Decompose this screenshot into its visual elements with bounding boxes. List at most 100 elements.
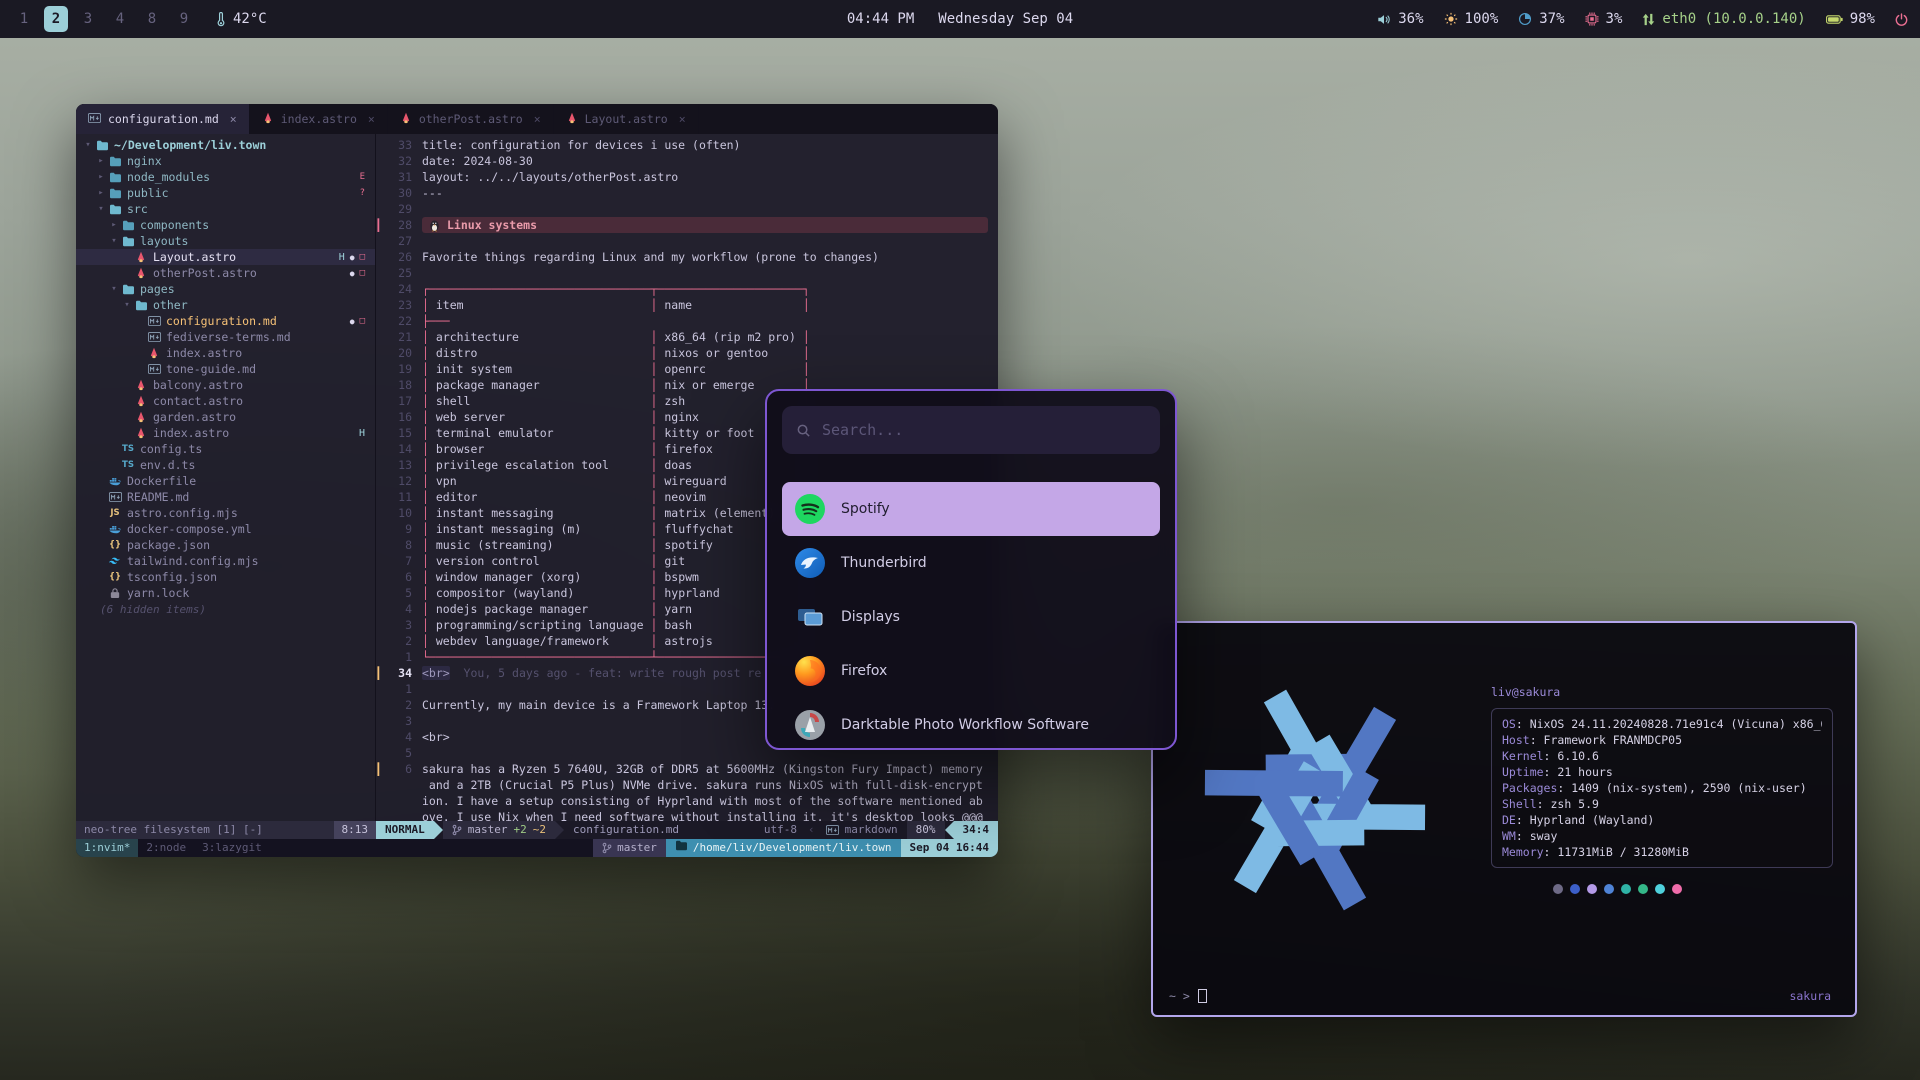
powerline-separator bbox=[434, 821, 443, 839]
sign-column bbox=[376, 409, 386, 425]
tab-otherPost.astro[interactable]: otherPost.astro× bbox=[388, 104, 554, 134]
markdown-h1: Linux systems bbox=[422, 217, 988, 233]
folder-icon bbox=[120, 236, 136, 247]
workspace-2[interactable]: 2 bbox=[44, 6, 68, 32]
tree-item-otherPost.astro[interactable]: otherPost.astro●□ bbox=[76, 265, 375, 281]
tree-item-env.d.ts[interactable]: TSenv.d.ts bbox=[76, 457, 375, 473]
tree-item-public[interactable]: ▸public? bbox=[76, 185, 375, 201]
tree-item-README.md[interactable]: README.md bbox=[76, 489, 375, 505]
launcher-item-label: Darktable Photo Workflow Software bbox=[841, 717, 1089, 733]
tree-item-label: src bbox=[127, 202, 148, 216]
tmux-path-segment: /home/liv/Development/liv.town bbox=[666, 839, 901, 857]
power-button[interactable] bbox=[1895, 13, 1908, 26]
tab-index.astro[interactable]: index.astro× bbox=[250, 104, 388, 134]
thermometer-icon bbox=[216, 12, 226, 27]
line-number: 3 bbox=[386, 617, 412, 633]
tab-Layout.astro[interactable]: Layout.astro× bbox=[554, 104, 699, 134]
tree-item-label: components bbox=[140, 218, 209, 232]
tab-close-icon[interactable]: × bbox=[679, 112, 686, 126]
workspace-9[interactable]: 9 bbox=[172, 6, 196, 32]
launcher-item-Darktable Photo Workflow Software[interactable]: Darktable Photo Workflow Software bbox=[782, 698, 1160, 750]
info-shell: Shell: zsh 5.9 bbox=[1502, 796, 1822, 812]
sign-column bbox=[376, 425, 386, 441]
tree-item-fediverse-terms.md[interactable]: fediverse-terms.md bbox=[76, 329, 375, 345]
workspace-3[interactable]: 3 bbox=[76, 6, 100, 32]
brightness-module[interactable]: 100% bbox=[1444, 11, 1499, 27]
git-branch: master bbox=[468, 821, 508, 839]
launcher-item-Thunderbird[interactable]: Thunderbird bbox=[782, 536, 1160, 590]
tab-close-icon[interactable]: × bbox=[368, 112, 375, 126]
tree-item-node_modules[interactable]: ▸node_modulesE bbox=[76, 169, 375, 185]
palette-dot-0 bbox=[1553, 884, 1563, 894]
cpu-value: 3% bbox=[1606, 11, 1623, 27]
tab-close-icon[interactable]: × bbox=[230, 112, 237, 126]
ts-icon: TS bbox=[120, 460, 136, 470]
line-number: 6 bbox=[386, 569, 412, 585]
tab-configuration.md[interactable]: configuration.md× bbox=[76, 104, 250, 134]
fastfetch-info-box: OS: NixOS 24.11.20240828.71e91c4 (Vicuna… bbox=[1491, 708, 1833, 868]
tree-item-balcony.astro[interactable]: balcony.astro bbox=[76, 377, 375, 393]
displays-icon bbox=[795, 602, 825, 632]
tree-item-layouts[interactable]: ▾layouts bbox=[76, 233, 375, 249]
tmux-window-3:lazygit[interactable]: 3:lazygit bbox=[194, 839, 270, 857]
tmux-window-2:node[interactable]: 2:node bbox=[138, 839, 194, 857]
js-icon: JS bbox=[107, 508, 123, 518]
tree-item-astro.config.mjs[interactable]: JSastro.config.mjs bbox=[76, 505, 375, 521]
tree-item-Layout.astro[interactable]: Layout.astroH●□ bbox=[76, 249, 375, 265]
tree-item-tsconfig.json[interactable]: {}tsconfig.json bbox=[76, 569, 375, 585]
tree-item-yarn.lock[interactable]: yarn.lock bbox=[76, 585, 375, 601]
launcher-item-Spotify[interactable]: Spotify bbox=[782, 482, 1160, 536]
markdown-icon bbox=[146, 332, 162, 342]
tree-item-src[interactable]: ▾src bbox=[76, 201, 375, 217]
prompt-text: ~ > bbox=[1169, 989, 1190, 1003]
network-module[interactable]: eth0 (10.0.0.140) bbox=[1642, 11, 1805, 27]
palette-dot-5 bbox=[1638, 884, 1648, 894]
tree-item-docker-compose.yml[interactable]: docker-compose.yml bbox=[76, 521, 375, 537]
tree-item-tailwind.config.mjs[interactable]: tailwind.config.mjs bbox=[76, 553, 375, 569]
volume-module[interactable]: 36% bbox=[1377, 11, 1423, 27]
tree-item-config.ts[interactable]: TSconfig.ts bbox=[76, 441, 375, 457]
statusline-filetype: markdown bbox=[817, 821, 907, 839]
tmux-window-1:nvim*[interactable]: 1:nvim* bbox=[76, 839, 138, 857]
line-number: 13 bbox=[386, 457, 412, 473]
darktable-icon bbox=[795, 710, 825, 740]
tree-item-package.json[interactable]: {}package.json bbox=[76, 537, 375, 553]
tree-item-tone-guide.md[interactable]: tone-guide.md bbox=[76, 361, 375, 377]
statusline-filename: configuration.md bbox=[564, 821, 688, 839]
tree-item-configuration.md[interactable]: configuration.md●□ bbox=[76, 313, 375, 329]
line-number: 28 bbox=[386, 217, 412, 233]
editor-line: 26Favorite things regarding Linux and my… bbox=[376, 249, 998, 265]
astro-icon bbox=[566, 112, 578, 127]
tab-close-icon[interactable]: × bbox=[534, 112, 541, 126]
folder-icon bbox=[120, 220, 136, 231]
editor-line: 20│ distro │ nixos or gentoo │ bbox=[376, 345, 998, 361]
line-number: 30 bbox=[386, 185, 412, 201]
workspace-8[interactable]: 8 bbox=[140, 6, 164, 32]
launcher-item-Firefox[interactable]: Firefox bbox=[782, 644, 1160, 698]
tree-item-pages[interactable]: ▾pages bbox=[76, 281, 375, 297]
tree-item-other[interactable]: ▾other bbox=[76, 297, 375, 313]
tree-item-garden.astro[interactable]: garden.astro bbox=[76, 409, 375, 425]
line-number bbox=[386, 793, 412, 809]
line-number: 14 bbox=[386, 441, 412, 457]
launcher-item-Displays[interactable]: Displays bbox=[782, 590, 1160, 644]
line-number bbox=[386, 777, 412, 793]
search-box[interactable]: Search... bbox=[782, 406, 1160, 454]
tree-item-nginx[interactable]: ▸nginx bbox=[76, 153, 375, 169]
shell-prompt[interactable]: ~ > bbox=[1169, 989, 1207, 1003]
tree-item-index.astro[interactable]: index.astro bbox=[76, 345, 375, 361]
tree-root[interactable]: ▾ ~/Development/liv.town bbox=[76, 137, 375, 153]
workspace-1[interactable]: 1 bbox=[12, 6, 36, 32]
sign-column bbox=[376, 233, 386, 249]
tree-item-index.astro[interactable]: index.astroH bbox=[76, 425, 375, 441]
tree-item-label: tsconfig.json bbox=[127, 570, 217, 584]
tree-item-Dockerfile[interactable]: Dockerfile bbox=[76, 473, 375, 489]
sign-column bbox=[376, 633, 386, 649]
sign-column bbox=[376, 569, 386, 585]
tree-item-components[interactable]: ▸components bbox=[76, 217, 375, 233]
tree-item-contact.astro[interactable]: contact.astro bbox=[76, 393, 375, 409]
line-number: 17 bbox=[386, 393, 412, 409]
line-number: 7 bbox=[386, 553, 412, 569]
sign-column bbox=[376, 361, 386, 377]
workspace-4[interactable]: 4 bbox=[108, 6, 132, 32]
